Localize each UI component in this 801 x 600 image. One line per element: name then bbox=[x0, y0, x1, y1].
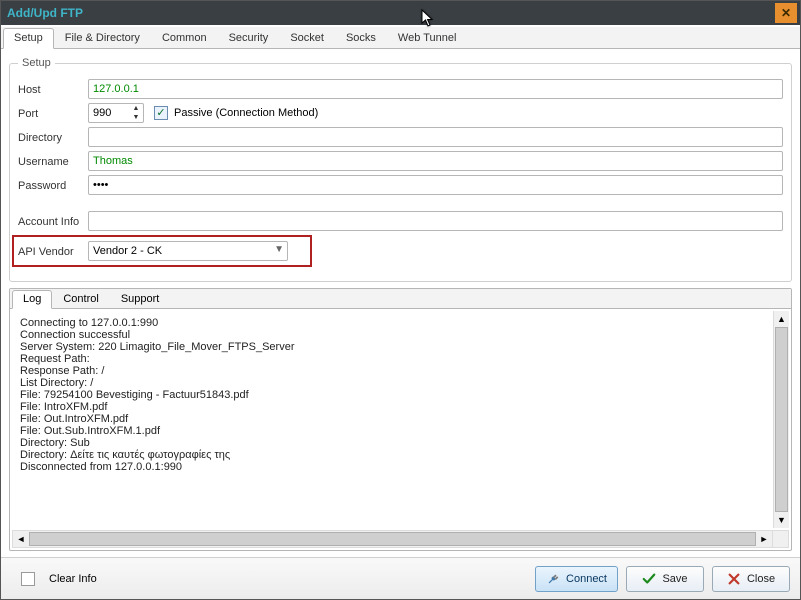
setup-legend: Setup bbox=[18, 57, 55, 69]
passive-label: Passive (Connection Method) bbox=[174, 107, 318, 119]
save-button-label: Save bbox=[662, 573, 687, 585]
close-button-label: Close bbox=[747, 573, 775, 585]
scroll-right-arrow[interactable]: ► bbox=[756, 531, 772, 547]
clear-info-label: Clear Info bbox=[49, 573, 97, 585]
label-directory: Directory bbox=[18, 130, 88, 144]
host-field[interactable] bbox=[88, 79, 783, 99]
window-close-button[interactable]: ✕ bbox=[775, 3, 797, 23]
tab-socks[interactable]: Socks bbox=[335, 28, 387, 49]
label-username: Username bbox=[18, 154, 88, 168]
save-button[interactable]: Save bbox=[626, 566, 704, 592]
close-icon bbox=[727, 572, 741, 586]
label-account-info: Account Info bbox=[18, 214, 88, 228]
footer-bar: ✓ Clear Info Connect Save Close bbox=[1, 557, 800, 599]
check-icon bbox=[642, 572, 656, 586]
label-host: Host bbox=[18, 82, 88, 96]
clear-info-checkbox[interactable]: ✓ bbox=[21, 572, 35, 586]
log-tab-control[interactable]: Control bbox=[52, 290, 109, 309]
main-tab-bar: Setup File & Directory Common Security S… bbox=[1, 27, 800, 49]
port-spin-down[interactable]: ▼ bbox=[130, 113, 142, 122]
log-tab-bar: Log Control Support bbox=[10, 289, 791, 309]
api-vendor-row: API Vendor ▼ bbox=[12, 235, 312, 267]
label-api-vendor: API Vendor bbox=[18, 244, 88, 258]
connect-button-label: Connect bbox=[566, 573, 607, 585]
titlebar: Add/Upd FTP ✕ bbox=[1, 1, 800, 25]
log-tab-support[interactable]: Support bbox=[110, 290, 171, 309]
window-title: Add/Upd FTP bbox=[7, 6, 83, 20]
tab-security[interactable]: Security bbox=[218, 28, 280, 49]
scroll-down-arrow[interactable]: ▼ bbox=[774, 512, 789, 528]
api-vendor-select[interactable] bbox=[88, 241, 288, 261]
tab-common[interactable]: Common bbox=[151, 28, 218, 49]
log-output: Connecting to 127.0.0.1:990 Connection s… bbox=[14, 313, 773, 530]
label-password: Password bbox=[18, 178, 88, 192]
username-field[interactable] bbox=[88, 151, 783, 171]
setup-group: Setup Host Port ▲ ▼ ✓ Passive (Connectio… bbox=[9, 57, 792, 282]
scroll-left-arrow[interactable]: ◄ bbox=[13, 531, 29, 547]
tab-socket[interactable]: Socket bbox=[279, 28, 335, 49]
label-port: Port bbox=[18, 106, 88, 120]
directory-field[interactable] bbox=[88, 127, 783, 147]
scroll-corner bbox=[773, 530, 789, 548]
tab-file-and-directory[interactable]: File & Directory bbox=[54, 28, 151, 49]
password-field[interactable] bbox=[88, 175, 783, 195]
account-info-field[interactable] bbox=[88, 211, 783, 231]
tab-setup[interactable]: Setup bbox=[3, 28, 54, 49]
vertical-scrollbar[interactable]: ▲ ▼ bbox=[773, 311, 789, 528]
plug-icon bbox=[546, 572, 560, 586]
port-spin-up[interactable]: ▲ bbox=[130, 104, 142, 113]
passive-checkbox[interactable]: ✓ bbox=[154, 106, 168, 120]
tab-web-tunnel[interactable]: Web Tunnel bbox=[387, 28, 468, 49]
log-tab-log[interactable]: Log bbox=[12, 290, 52, 309]
horizontal-scrollbar[interactable]: ◄ ► bbox=[12, 530, 773, 548]
connect-button[interactable]: Connect bbox=[535, 566, 618, 592]
log-panel: Log Control Support Connecting to 127.0.… bbox=[9, 288, 792, 551]
scroll-up-arrow[interactable]: ▲ bbox=[774, 311, 789, 327]
close-button[interactable]: Close bbox=[712, 566, 790, 592]
